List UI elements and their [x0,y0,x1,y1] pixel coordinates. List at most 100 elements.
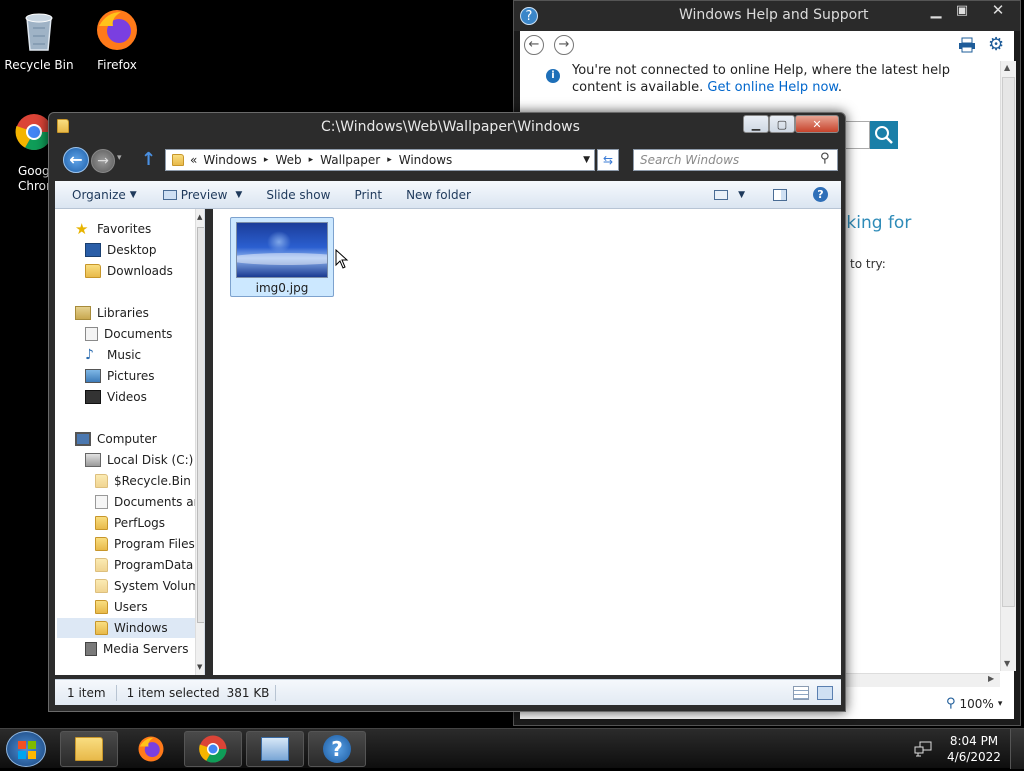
breadcrumb-separator-icon: ▸ [263,155,269,165]
refresh-button[interactable]: ⇆ [597,149,619,171]
search-input[interactable]: Search Windows [640,153,739,167]
nav-documents[interactable]: Documents [85,324,172,344]
help-title-bar[interactable]: ? Windows Help and Support ▁ ▣ ✕ [514,1,1020,31]
help-button[interactable]: ? [804,184,837,206]
address-dropdown-icon[interactable]: ▼ [583,155,590,165]
file-item[interactable]: img0.jpg [230,217,334,297]
folder-icon [57,119,69,133]
minimize-button[interactable]: ▁ [743,115,769,133]
nav-pictures[interactable]: Pictures [85,366,155,386]
view-options-button[interactable]: ▼ [705,184,754,206]
nav-favorites[interactable]: ★ Favorites [75,219,151,239]
start-button[interactable] [6,731,46,767]
mouse-cursor-icon [335,248,349,272]
preview-pane-button[interactable] [764,184,796,206]
firefox-icon [138,736,164,762]
address-bar[interactable]: « Windows ▸ Web ▸ Wallpaper ▸ Windows ▼ [165,149,595,171]
desktop-icon-chrome[interactable]: Goog Chron [4,112,52,194]
nav-documents-and-settings[interactable]: Documents and [95,492,204,512]
nav-computer[interactable]: Computer [75,429,157,449]
scrollbar-thumb[interactable] [1002,77,1015,607]
taskbar-control-panel-button[interactable] [246,731,304,767]
nav-recycle-bin-folder[interactable]: $Recycle.Bin [95,471,191,491]
minimize-button[interactable]: ▁ [924,3,948,21]
close-button[interactable]: ✕ [984,1,1012,21]
breadcrumb-wallpaper[interactable]: Wallpaper [320,153,380,167]
scrollbar-thumb[interactable] [197,227,204,623]
folder-icon [95,516,108,530]
get-online-help-link[interactable]: Get online Help now [707,80,838,95]
breadcrumb-overflow[interactable]: « [190,153,197,167]
nav-system-volume[interactable]: System Volume [95,576,204,596]
breadcrumb-current[interactable]: Windows [399,153,453,167]
vertical-scrollbar[interactable]: ▲ ▼ [1000,61,1016,671]
new-folder-label: New folder [406,187,471,202]
nav-videos[interactable]: Videos [85,387,147,407]
organize-button[interactable]: Organize ▼ [63,184,146,206]
preview-button[interactable]: Preview ▼ [154,184,252,206]
taskbar: ? 8:04 PM 4/6/2022 [0,728,1024,769]
details-view-icon[interactable] [793,685,809,700]
offline-notice: You're not connected to online Help, whe… [572,62,972,96]
breadcrumb-web[interactable]: Web [275,153,301,167]
zoom-control[interactable]: ⚲ 100% ▾ [946,696,1002,711]
nav-perflogs[interactable]: PerfLogs [95,513,165,533]
nav-windows[interactable]: Windows [57,618,197,638]
chevron-down-icon: ▼ [235,189,243,200]
nav-desktop[interactable]: Desktop [85,240,157,260]
recent-pages-dropdown[interactable]: ▾ [117,153,122,163]
taskbar-help-button[interactable]: ? [308,731,366,767]
settings-gear-icon[interactable]: ⚙ [988,35,1008,55]
window-title: Windows Help and Support [679,7,869,23]
notice-period: . [837,80,843,95]
search-box[interactable]: Search Windows ⚲ [633,149,838,171]
nav-program-files[interactable]: Program Files [95,534,195,554]
nav-local-disk[interactable]: Local Disk (C:) [85,450,193,470]
nav-scrollbar[interactable]: ▲ ▼ [195,209,204,675]
taskbar-chrome-button[interactable] [184,731,242,767]
slideshow-button[interactable]: Slide show [257,184,339,206]
back-button[interactable]: ← [63,147,89,173]
print-button[interactable]: Print [345,184,391,206]
nav-music[interactable]: ♪ Music [85,345,141,365]
breadcrumb-separator-icon: ▸ [308,155,314,165]
computer-icon [75,432,91,446]
forward-button[interactable]: → [554,35,574,55]
divider [275,684,277,701]
taskbar-firefox-button[interactable] [122,731,180,767]
nav-users[interactable]: Users [95,597,148,617]
explorer-title-bar[interactable]: C:\Windows\Web\Wallpaper\Windows ▁ ▢ ✕ [49,113,845,141]
close-button[interactable]: ✕ [795,115,839,133]
nav-label: Windows [114,621,168,635]
desktop-icon-label: Firefox [97,58,137,72]
clock-time: 8:04 PM [949,734,999,748]
organize-label: Organize [72,187,126,202]
nav-programdata[interactable]: ProgramData [95,555,193,575]
forward-button[interactable]: → [91,149,115,173]
up-arrow-icon[interactable]: ↑ [141,149,156,170]
nav-downloads[interactable]: Downloads [85,261,173,281]
large-icons-view-icon[interactable] [817,685,833,700]
desktop-icon-firefox[interactable]: Firefox [82,6,152,72]
nav-libraries[interactable]: Libraries [75,303,149,323]
show-desktop-button[interactable] [1010,729,1024,769]
new-folder-button[interactable]: New folder [397,184,480,206]
maximize-button[interactable]: ▣ [950,3,974,21]
print-icon[interactable] [958,37,976,53]
search-button[interactable] [870,121,898,149]
nav-label: Media Servers [103,642,189,656]
slideshow-label: Slide show [266,187,331,202]
back-button[interactable]: ← [524,35,544,55]
maximize-button[interactable]: ▢ [769,115,795,133]
network-icon[interactable] [914,741,932,757]
divider [115,684,117,701]
desktop-icon-recycle-bin[interactable]: Recycle Bin [4,6,74,72]
horizontal-scrollbar[interactable]: ▶ [840,673,1000,687]
breadcrumb-windows[interactable]: Windows [203,153,257,167]
help-circle-icon: ? [520,7,538,25]
clock[interactable]: 8:04 PM 4/6/2022 [946,733,1002,765]
navigation-pane: ★ Favorites Desktop Downloads Libraries … [55,209,205,675]
taskbar-explorer-button[interactable] [60,731,118,767]
music-icon: ♪ [85,347,94,363]
nav-media-servers[interactable]: Media Servers [85,639,188,659]
